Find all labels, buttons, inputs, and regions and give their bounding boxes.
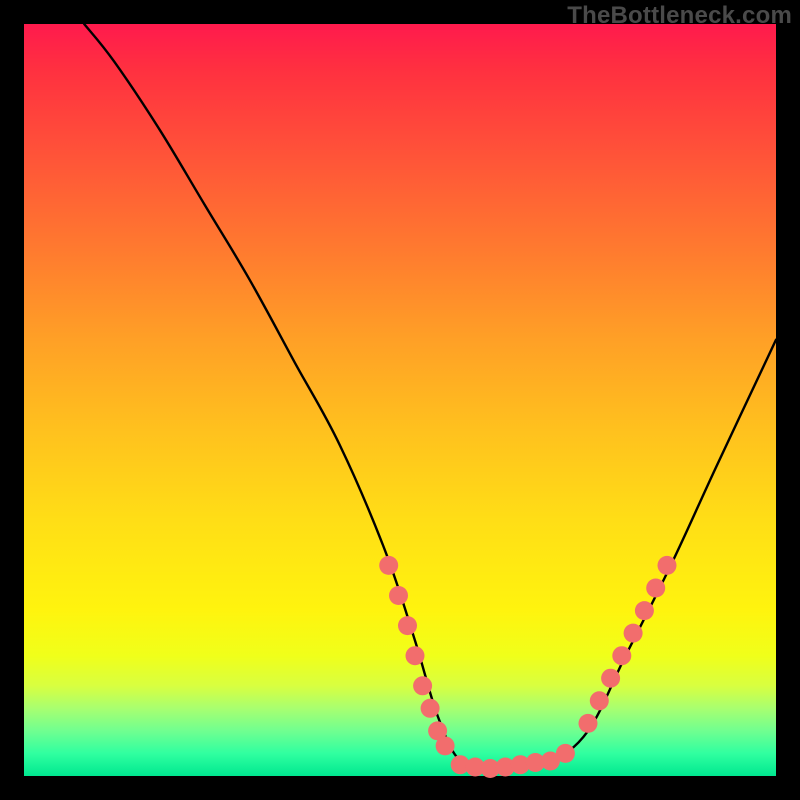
marker-dot	[413, 676, 432, 695]
marker-dot	[624, 624, 643, 643]
marker-dot	[379, 556, 398, 575]
marker-dot	[635, 601, 654, 620]
watermark-text: TheBottleneck.com	[567, 2, 792, 30]
chart-svg	[24, 24, 776, 776]
marker-dot	[406, 646, 425, 665]
marker-dot	[646, 579, 665, 598]
marker-dot	[398, 616, 417, 635]
marker-dot	[421, 699, 440, 718]
marker-dot	[658, 556, 677, 575]
marker-dot	[612, 646, 631, 665]
marker-dot	[556, 744, 575, 763]
marker-dot	[579, 714, 598, 733]
marker-dot	[590, 691, 609, 710]
chart-frame: TheBottleneck.com	[0, 0, 800, 800]
marker-dot	[601, 669, 620, 688]
plot-area	[24, 24, 776, 776]
marker-dot	[436, 736, 455, 755]
curve-line	[84, 24, 776, 769]
bottleneck-curve-path	[84, 24, 776, 769]
marker-dot	[389, 586, 408, 605]
